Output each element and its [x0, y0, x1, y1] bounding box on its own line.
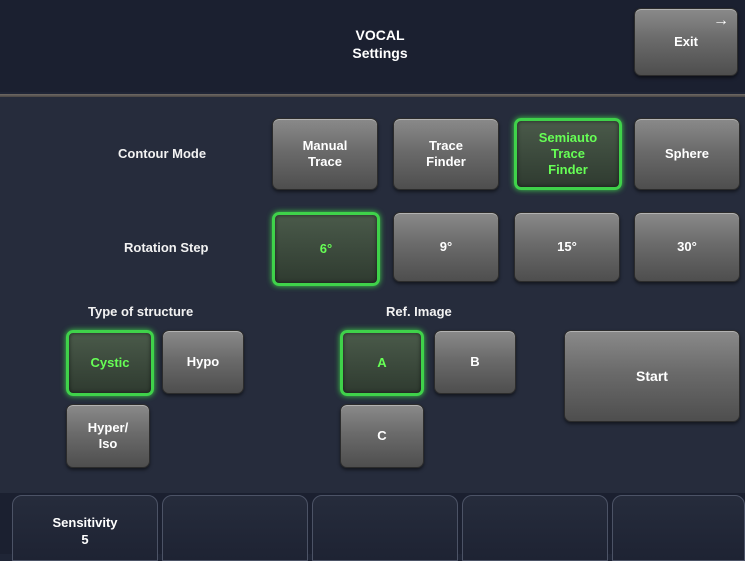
page-title: VOCAL Settings [352, 27, 408, 61]
contour-manual-trace-button[interactable]: Manual Trace [272, 118, 378, 190]
exit-label: Exit [674, 34, 698, 49]
bottom-tab-2[interactable] [162, 495, 308, 561]
sensitivity-tab[interactable]: Sensitivity 5 [12, 495, 158, 561]
ref-image-b-button[interactable]: B [434, 330, 516, 394]
bottom-tab-5[interactable] [612, 495, 745, 561]
arrow-right-icon: → [713, 12, 729, 29]
contour-semiauto-trace-finder-button[interactable]: Semiauto Trace Finder [514, 118, 622, 190]
ref-image-c-button[interactable]: C [340, 404, 424, 468]
rotation-30-button[interactable]: 30° [634, 212, 740, 282]
rotation-step-label: Rotation Step [124, 240, 209, 255]
exit-button[interactable]: Exit → [634, 8, 738, 76]
ref-image-label: Ref. Image [386, 304, 452, 319]
contour-sphere-button[interactable]: Sphere [634, 118, 740, 190]
contour-trace-finder-button[interactable]: Trace Finder [393, 118, 499, 190]
structure-hypo-button[interactable]: Hypo [162, 330, 244, 394]
structure-cystic-button[interactable]: Cystic [66, 330, 154, 396]
ref-image-a-button[interactable]: A [340, 330, 424, 396]
rotation-6-button[interactable]: 6° [272, 212, 380, 286]
rotation-9-button[interactable]: 9° [393, 212, 499, 282]
bottom-tab-4[interactable] [462, 495, 608, 561]
rotation-15-button[interactable]: 15° [514, 212, 620, 282]
bottom-tab-3[interactable] [312, 495, 458, 561]
contour-mode-label: Contour Mode [118, 146, 207, 161]
start-button[interactable]: Start [564, 330, 740, 422]
structure-type-label: Type of structure [88, 304, 194, 319]
structure-hyper-iso-button[interactable]: Hyper/ Iso [66, 404, 150, 468]
